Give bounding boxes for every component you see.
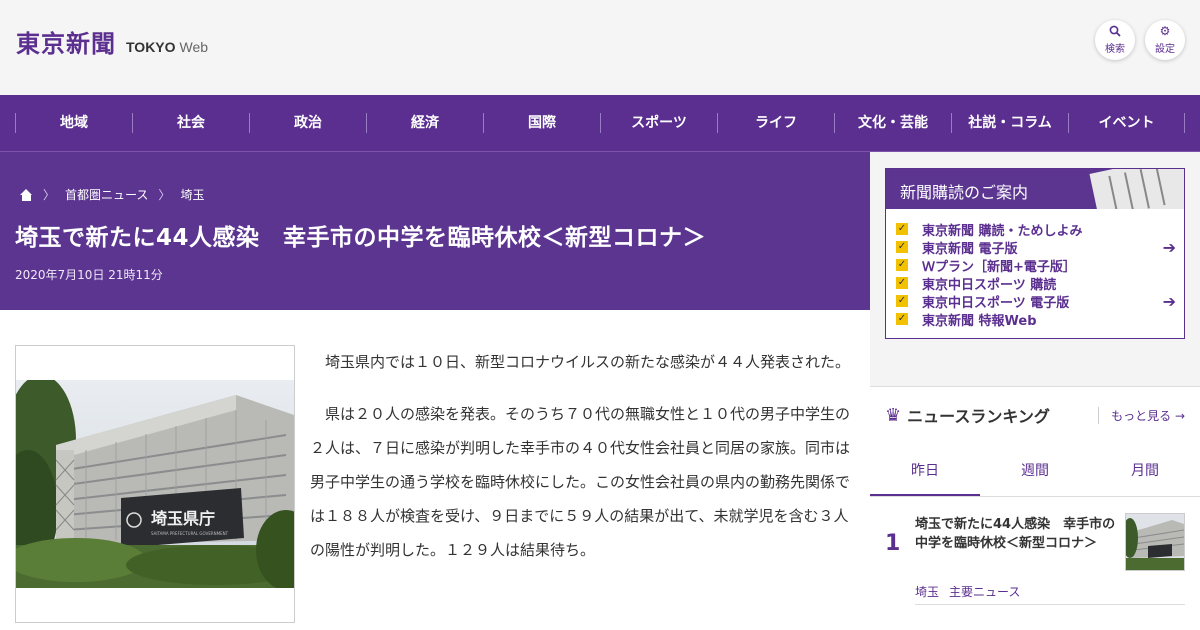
chevron-right-icon: 〉 (158, 188, 171, 202)
home-icon[interactable] (20, 188, 33, 201)
subscription-header[interactable]: 新聞購読のご案内 (886, 169, 1184, 209)
subscription-box: 新聞購読のご案内 ✓ 東京新聞 購読・ためしよみ ✓ 東京新聞 電子版 ➔ ✓ … (885, 168, 1185, 339)
nav-item-politics[interactable]: 政治 (249, 113, 366, 133)
subscription-item[interactable]: ✓ 東京新聞 購読・ためしよみ (896, 220, 1176, 239)
article-header: 〉 首都圏ニュース 〉 埼玉 埼玉で新たに44人感染 幸手市の中学を臨時休校＜新… (0, 152, 870, 310)
ranking-header: ♛ ニュースランキング もっと見る → (885, 403, 1185, 427)
subscription-item-label: 東京新聞 特報Web (922, 313, 1037, 329)
logo-web: Web (179, 39, 209, 55)
gear-icon: ⚙ (1159, 24, 1171, 38)
article-body: 埼玉県内では１０日、新型コロナウイルスの新たな感染が４４人発表された。 県は２０… (310, 345, 858, 567)
article-paragraph: 県は２０人の感染を発表。そのうち７０代の無職女性と１０代の男子中学生の２人は、７… (310, 405, 851, 559)
breadcrumb: 〉 首都圏ニュース 〉 埼玉 (20, 186, 204, 203)
nav-item-culture[interactable]: 文化・芸能 (834, 113, 951, 133)
check-icon: ✓ (896, 223, 908, 235)
subscription-item[interactable]: ✓ 東京新聞 特報Web (896, 310, 1176, 329)
nav-item-editorial[interactable]: 社説・コラム (951, 113, 1068, 133)
main-nav: 地域 社会 政治 経済 国際 スポーツ ライフ 文化・芸能 社説・コラム イベン… (0, 95, 1200, 152)
article-title: 埼玉で新たに44人感染 幸手市の中学を臨時休校＜新型コロナ＞ (15, 225, 707, 251)
nav-item-society[interactable]: 社会 (132, 113, 249, 133)
site-header: 東京新聞 TOKYO Web 検索 ⚙ 設定 (0, 0, 1200, 95)
photo-sign-sub: SAITAMA PREFECTURAL GOVERNMENT (151, 531, 229, 536)
ranking-tabs: 昨日 週間 月間 (870, 447, 1200, 497)
breadcrumb-item[interactable]: 埼玉 (180, 186, 204, 203)
ranking-number: 1 (885, 531, 901, 556)
settings-label: 設定 (1155, 44, 1175, 55)
ranking-title: ニュースランキング (907, 407, 1050, 426)
subscription-item-label: 東京新聞 電子版 (922, 241, 1018, 257)
subscription-item[interactable]: ✓ 東京中日スポーツ 電子版 ➔ (896, 292, 1176, 311)
nav-item-economy[interactable]: 経済 (366, 113, 483, 133)
nav-item-sports[interactable]: スポーツ (600, 113, 717, 133)
subscription-item-label: 東京中日スポーツ 電子版 (922, 295, 1070, 311)
news-ranking: ♛ ニュースランキング もっと見る → 昨日 週間 月間 1 埼玉で新たに44人… (870, 386, 1200, 630)
photo-sign-text: 埼玉県庁 (151, 509, 215, 528)
article-date: 2020年7月10日 21時11分 (15, 268, 163, 282)
subscription-title: 新聞購読のご案内 (900, 183, 1029, 202)
subscription-item-label: Ｗプラン［新聞+電子版］ (922, 259, 1076, 275)
tab-weekly[interactable]: 週間 (980, 447, 1090, 496)
logo-tokyo: TOKYO (126, 39, 176, 55)
search-button[interactable]: 検索 (1095, 20, 1135, 60)
subscription-list: ✓ 東京新聞 購読・ためしよみ ✓ 東京新聞 電子版 ➔ ✓ Ｗプラン［新聞+電… (886, 209, 1184, 329)
login-icon[interactable]: ➔ (1163, 292, 1176, 311)
check-icon: ✓ (896, 295, 908, 307)
subscription-item-label: 東京中日スポーツ 購読 (922, 277, 1057, 293)
more-link-label: もっと見る (1111, 408, 1172, 423)
check-icon: ✓ (896, 313, 908, 325)
check-icon: ✓ (896, 241, 908, 253)
tab-yesterday[interactable]: 昨日 (870, 447, 980, 496)
subscription-item[interactable]: ✓ 東京新聞 電子版 ➔ (896, 238, 1176, 257)
ranking-tags: 埼玉 主要ニュース (915, 583, 1020, 600)
settings-button[interactable]: ⚙ 設定 (1145, 20, 1185, 60)
nav-item-region[interactable]: 地域 (15, 113, 132, 133)
logo-jp: 東京新聞 (16, 29, 116, 58)
article-photo-frame: 埼玉県庁 SAITAMA PREFECTURAL GOVERNMENT (15, 345, 295, 623)
site-logo[interactable]: 東京新聞 TOKYO Web (16, 24, 208, 59)
ranking-thumbnail[interactable] (1125, 513, 1185, 571)
subscription-item[interactable]: ✓ Ｗプラン［新聞+電子版］ (896, 256, 1176, 275)
search-icon (1109, 25, 1121, 37)
ranking-tag[interactable]: 埼玉 (915, 585, 939, 599)
subscription-item[interactable]: ✓ 東京中日スポーツ 購読 (896, 274, 1176, 293)
login-icon[interactable]: ➔ (1163, 238, 1176, 257)
ranking-item-title[interactable]: 埼玉で新たに44人感染 幸手市の中学を臨時休校＜新型コロナ＞ (915, 515, 1117, 553)
nav-item-life[interactable]: ライフ (717, 113, 834, 133)
arrow-right-icon: → (1174, 408, 1185, 423)
newspaper-image (1089, 169, 1184, 209)
nav-item-events[interactable]: イベント (1068, 113, 1185, 133)
check-icon: ✓ (896, 277, 908, 289)
breadcrumb-item[interactable]: 首都圏ニュース (65, 186, 148, 203)
ranking-item[interactable]: 1 埼玉で新たに44人感染 幸手市の中学を臨時休校＜新型コロナ＞ 埼玉 主要ニュー… (870, 499, 1200, 617)
ranking-tag[interactable]: 主要ニュース (949, 585, 1020, 599)
subscription-item-label: 東京新聞 購読・ためしよみ (922, 223, 1083, 239)
nav-item-international[interactable]: 国際 (483, 113, 600, 133)
tab-monthly[interactable]: 月間 (1090, 447, 1200, 496)
article-photo[interactable]: 埼玉県庁 SAITAMA PREFECTURAL GOVERNMENT (16, 380, 294, 588)
check-icon: ✓ (896, 259, 908, 271)
crown-icon: ♛ (885, 404, 902, 426)
search-label: 検索 (1105, 44, 1125, 55)
chevron-right-icon: 〉 (43, 188, 56, 202)
sidebar: 新聞購読のご案内 ✓ 東京新聞 購読・ためしよみ ✓ 東京新聞 電子版 ➔ ✓ … (870, 152, 1200, 630)
divider (915, 604, 1185, 605)
more-link[interactable]: もっと見る → (1098, 406, 1185, 424)
article-paragraph: 埼玉県内では１０日、新型コロナウイルスの新たな感染が４４人発表された。 (325, 353, 851, 371)
